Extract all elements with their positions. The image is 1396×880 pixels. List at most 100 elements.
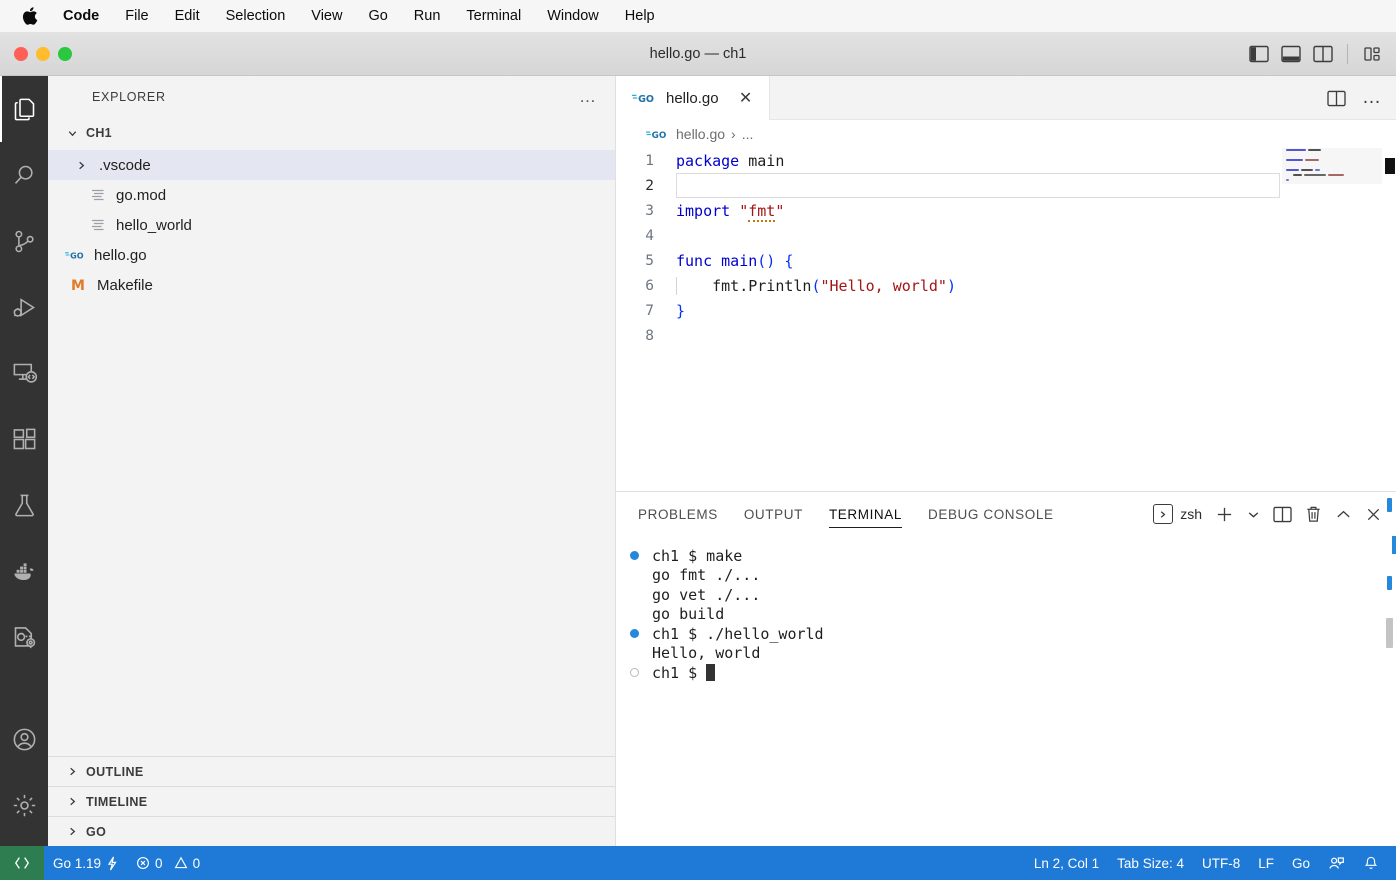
code-editor[interactable]: 1 package main 2 3 import "fmt" 4 5 bbox=[616, 148, 1396, 491]
command-decoration-success-icon[interactable] bbox=[630, 551, 652, 560]
status-feedback[interactable] bbox=[1319, 846, 1354, 880]
explorer-root-folder[interactable]: CH1 bbox=[48, 118, 615, 148]
terminal-text: go build bbox=[652, 605, 724, 623]
toggle-panel-icon[interactable] bbox=[1281, 45, 1301, 63]
editor-tab-hello-go[interactable]: GO hello.go ✕ bbox=[616, 76, 770, 120]
minimap-slider[interactable] bbox=[1282, 148, 1382, 184]
menu-item-window[interactable]: Window bbox=[534, 0, 612, 32]
tree-item-vscode[interactable]: .vscode bbox=[48, 150, 615, 180]
terminal-selector[interactable]: zsh bbox=[1153, 504, 1202, 524]
status-encoding[interactable]: UTF-8 bbox=[1193, 846, 1249, 880]
editor-scrollbar[interactable] bbox=[1382, 148, 1396, 491]
activity-bar-item-cpp-config[interactable] bbox=[0, 604, 48, 670]
chevron-right-icon bbox=[70, 160, 92, 171]
line-number: 4 bbox=[616, 228, 676, 244]
menu-item-terminal[interactable]: Terminal bbox=[453, 0, 534, 32]
line-number: 5 bbox=[616, 253, 676, 269]
sidebar-section-label: TIMELINE bbox=[86, 795, 148, 809]
activity-bar-item-testing[interactable] bbox=[0, 472, 48, 538]
chevron-down-icon bbox=[64, 128, 80, 139]
terminal-command-marker[interactable] bbox=[1387, 498, 1392, 512]
breadcrumb-rest[interactable]: ... bbox=[742, 126, 754, 142]
close-icon[interactable]: ✕ bbox=[737, 88, 755, 108]
sidebar-section-timeline[interactable]: TIMELINE bbox=[48, 786, 615, 816]
sidebar-more-actions-icon[interactable]: … bbox=[579, 92, 597, 102]
tree-item-hello-world[interactable]: hello_world bbox=[48, 210, 615, 240]
activity-bar-item-extensions[interactable] bbox=[0, 406, 48, 472]
activity-bar-item-remote-explorer[interactable] bbox=[0, 340, 48, 406]
code-line-2: 2 bbox=[616, 173, 1396, 198]
command-decoration-pending-icon[interactable] bbox=[630, 668, 652, 677]
panel-tab-problems[interactable]: PROBLEMS bbox=[638, 492, 718, 536]
menu-item-file[interactable]: File bbox=[112, 0, 161, 32]
terminal-body[interactable]: ch1 $ make go fmt ./... go vet ./... go … bbox=[616, 536, 1396, 847]
sidebar-section-go[interactable]: GO bbox=[48, 816, 615, 846]
svg-text:M: M bbox=[71, 278, 85, 293]
status-problems[interactable]: 0 0 bbox=[127, 846, 209, 880]
terminal-scrollbar-slider[interactable] bbox=[1386, 618, 1393, 648]
sidebar-section-outline[interactable]: OUTLINE bbox=[48, 756, 615, 786]
line-number: 2 bbox=[616, 178, 676, 194]
new-terminal-icon[interactable] bbox=[1215, 505, 1234, 524]
status-tab-size[interactable]: Tab Size: 4 bbox=[1108, 846, 1193, 880]
activity-bar-item-docker[interactable] bbox=[0, 538, 48, 604]
terminal-dropdown-icon[interactable] bbox=[1247, 508, 1260, 521]
more-actions-icon[interactable]: … bbox=[1362, 93, 1382, 103]
split-terminal-icon[interactable] bbox=[1273, 506, 1292, 523]
toggle-primary-sidebar-icon[interactable] bbox=[1249, 45, 1269, 63]
status-language-mode[interactable]: Go bbox=[1283, 846, 1319, 880]
breadcrumb-separator: › bbox=[731, 126, 736, 142]
menu-item-go[interactable]: Go bbox=[355, 0, 400, 32]
status-go-version[interactable]: Go 1.19 bbox=[44, 846, 127, 880]
editor-scrollbar-slider[interactable] bbox=[1385, 158, 1395, 174]
activity-bar-item-source-control[interactable] bbox=[0, 208, 48, 274]
activity-bar-item-run-and-debug[interactable] bbox=[0, 274, 48, 340]
explorer-root-label: CH1 bbox=[86, 126, 112, 140]
activity-bar-item-search[interactable] bbox=[0, 142, 48, 208]
makefile-icon: M bbox=[68, 277, 90, 293]
terminal-command-marker[interactable] bbox=[1387, 576, 1392, 590]
status-notifications[interactable] bbox=[1354, 846, 1388, 880]
go-file-icon: GO bbox=[646, 128, 670, 141]
close-panel-icon[interactable] bbox=[1365, 506, 1382, 523]
window-title: hello.go — ch1 bbox=[0, 46, 1396, 62]
status-remote-indicator[interactable] bbox=[0, 846, 44, 880]
apple-logo-icon[interactable] bbox=[16, 6, 42, 26]
customize-layout-icon[interactable] bbox=[1362, 45, 1382, 63]
vscode-window: Code File Edit Selection View Go Run Ter… bbox=[0, 0, 1396, 880]
activity-bar-item-settings[interactable] bbox=[0, 772, 48, 838]
editor-minimap[interactable] bbox=[1282, 148, 1382, 491]
panel-tab-output[interactable]: OUTPUT bbox=[744, 492, 803, 536]
activity-bar-item-accounts[interactable] bbox=[0, 706, 48, 772]
breadcrumb-file[interactable]: hello.go bbox=[676, 126, 725, 142]
tree-item-hello-go[interactable]: GO hello.go bbox=[48, 240, 615, 270]
command-decoration-success-icon[interactable] bbox=[630, 629, 652, 638]
tree-item-makefile[interactable]: M Makefile bbox=[48, 270, 615, 300]
kill-terminal-icon[interactable] bbox=[1305, 505, 1322, 523]
activity-bar-item-explorer[interactable] bbox=[0, 76, 48, 142]
menu-item-view[interactable]: View bbox=[298, 0, 355, 32]
tree-item-go-mod[interactable]: go.mod bbox=[48, 180, 615, 210]
panel-tab-terminal[interactable]: TERMINAL bbox=[829, 492, 902, 536]
toggle-secondary-sidebar-icon[interactable] bbox=[1313, 45, 1333, 63]
terminal-line: Hello, world bbox=[630, 644, 1396, 664]
sidebar-explorer: EXPLORER … CH1 .vscode go.mod bbox=[48, 76, 616, 846]
go-file-icon: GO bbox=[65, 248, 87, 262]
code-line-4: 4 bbox=[616, 223, 1396, 248]
status-bar-right: Ln 2, Col 1 Tab Size: 4 UTF-8 LF Go bbox=[1025, 846, 1396, 880]
status-cursor-position[interactable]: Ln 2, Col 1 bbox=[1025, 846, 1108, 880]
menu-item-code[interactable]: Code bbox=[50, 0, 112, 32]
code-line-6: 6 fmt.Println("Hello, world") bbox=[616, 273, 1396, 298]
terminal-line: ch1 $ ./hello_world bbox=[630, 624, 1396, 644]
code-line-1: 1 package main bbox=[616, 148, 1396, 173]
menu-item-run[interactable]: Run bbox=[401, 0, 454, 32]
maximize-panel-icon[interactable] bbox=[1335, 506, 1352, 523]
menu-item-edit[interactable]: Edit bbox=[162, 0, 213, 32]
line-number: 6 bbox=[616, 278, 676, 294]
split-editor-icon[interactable] bbox=[1327, 90, 1346, 107]
menu-item-selection[interactable]: Selection bbox=[213, 0, 299, 32]
panel-tab-debug-console[interactable]: DEBUG CONSOLE bbox=[928, 492, 1054, 536]
status-eol[interactable]: LF bbox=[1249, 846, 1283, 880]
breadcrumb: GO hello.go › ... bbox=[616, 120, 1396, 148]
menu-item-help[interactable]: Help bbox=[612, 0, 668, 32]
